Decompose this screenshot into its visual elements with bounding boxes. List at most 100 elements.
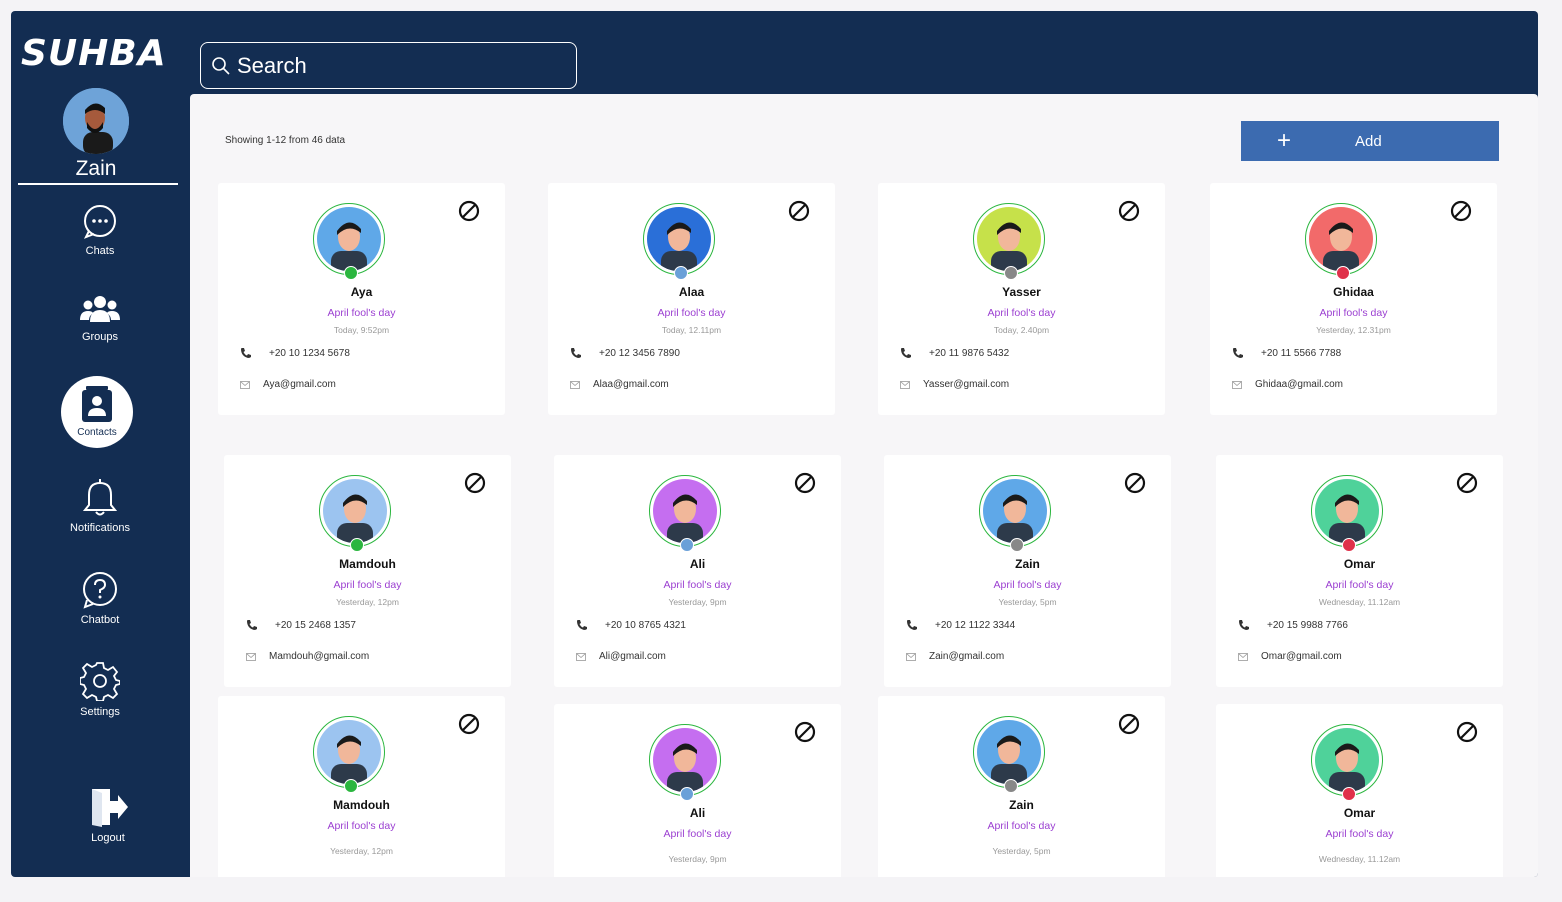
contact-avatar[interactable] [979,475,1051,552]
email-icon [1232,380,1242,389]
avatar-illustration [991,735,1027,784]
contacts-panel: Showing 1-12 from 46 data + Add Aya Apri… [190,94,1538,877]
status-badge [1004,779,1018,793]
add-contact-button[interactable]: + Add [1241,121,1499,161]
nav-notifications[interactable]: Notifications [11,479,189,534]
contact-avatar[interactable] [319,475,391,552]
app-logo: SUHBA [21,33,167,74]
email-icon [240,380,250,389]
avatar-illustration [1323,222,1359,271]
nav-label-settings: Settings [80,706,120,718]
block-icon[interactable] [788,200,810,222]
block-icon[interactable] [464,472,486,494]
status-badge [680,787,694,801]
phone-icon [1233,348,1243,358]
status-badge [1336,266,1350,280]
contact-card[interactable]: Alaa April fool's day Today, 12.11pm +20… [548,183,835,415]
contact-avatar[interactable] [643,203,715,280]
nav-chatbot[interactable]: Chatbot [11,571,189,626]
email-icon [906,652,916,661]
contact-card[interactable]: Ali April fool's day Yesterday, 9pm +20 … [554,455,841,687]
contact-email: Ghidaa@gmail.com [1232,379,1343,390]
block-icon[interactable] [794,472,816,494]
contact-avatar[interactable] [313,716,385,793]
logout-icon [92,789,128,827]
profile-avatar-illustration [63,88,129,154]
phone-icon [571,348,581,358]
contact-name: Alaa [678,285,705,299]
email-icon [570,380,580,389]
block-icon[interactable] [1124,472,1146,494]
contact-card[interactable]: Omar April fool's day Wednesday, 11.12am [1216,704,1503,877]
contact-avatar[interactable] [973,716,1045,793]
block-icon[interactable] [458,713,480,735]
contact-phone-number: +20 10 8765 4321 [605,619,686,631]
nav-settings[interactable]: Settings [11,661,189,718]
avatar-illustration [337,494,373,543]
nav-groups[interactable]: Groups [11,294,189,343]
block-icon[interactable] [458,200,480,222]
contact-time: Wednesday, 11.12am [1318,854,1401,864]
block-icon[interactable] [1456,472,1478,494]
contact-phone-number: +20 10 1234 5678 [269,347,350,359]
contact-card[interactable]: Mamdouh April fool's day Yesterday, 12pm… [224,455,511,687]
status-badge [1342,538,1356,552]
contact-avatar[interactable] [1311,475,1383,552]
contact-email: Mamdouh@gmail.com [246,651,369,662]
contact-avatar[interactable] [649,724,721,801]
contact-avatar[interactable] [1311,724,1383,801]
contact-card[interactable]: Zain April fool's day Yesterday, 5pm [878,696,1165,877]
contact-event: April fool's day [663,579,732,591]
contact-email-address: Yasser@gmail.com [923,379,1010,390]
block-icon[interactable] [1450,200,1472,222]
avatar[interactable] [63,88,129,154]
status-badge [350,538,364,552]
phone-icon [907,620,917,630]
search-bar[interactable] [200,42,577,89]
contact-phone: +20 10 1234 5678 [240,347,350,359]
search-input[interactable] [237,52,557,79]
contact-avatar[interactable] [1305,203,1377,280]
contact-time: Today, 9:52pm [333,325,390,335]
contact-email-address: Ghidaa@gmail.com [1255,379,1343,390]
contact-name: Aya [350,285,373,299]
nav-label-chatbot: Chatbot [80,614,120,626]
contact-email: Aya@gmail.com [240,379,336,390]
contact-name: Mamdouh [339,557,396,571]
contact-phone-number: +20 11 5566 7788 [1261,347,1342,359]
contact-phone-number: +20 11 9876 5432 [929,347,1010,359]
contact-email: Zain@gmail.com [906,651,1004,662]
contact-time: Yesterday, 9pm [668,854,727,864]
contact-name: Omar [1343,806,1376,820]
contact-phone-number: +20 15 2468 1357 [275,619,356,631]
contact-card[interactable]: Ghidaa April fool's day Yesterday, 12.31… [1210,183,1497,415]
block-icon[interactable] [1118,713,1140,735]
contact-time: Yesterday, 5pm [998,597,1057,607]
nav-chats[interactable]: Chats [11,204,189,257]
avatar-illustration [331,222,367,271]
nav-logout[interactable]: Logout [19,787,197,844]
contact-avatar[interactable] [649,475,721,552]
contact-event: April fool's day [663,828,732,840]
contact-card[interactable]: Zain April fool's day Yesterday, 5pm +20… [884,455,1171,687]
contact-card[interactable]: Mamdouh April fool's day Yesterday, 12pm [218,696,505,877]
contact-card[interactable]: Ali April fool's day Yesterday, 9pm [554,704,841,877]
contact-name: Mamdouh [333,798,390,812]
profile-divider [18,183,178,185]
email-icon [900,380,910,389]
contact-avatar[interactable] [313,203,385,280]
contact-card[interactable]: Yasser April fool's day Today, 2.40pm +2… [878,183,1165,415]
contact-avatar[interactable] [973,203,1045,280]
nav-contacts[interactable]: Contacts [61,376,133,448]
block-icon[interactable] [1118,200,1140,222]
contact-card[interactable]: Aya April fool's day Today, 9:52pm +20 1… [218,183,505,415]
contact-name: Ali [689,557,706,571]
question-icon [83,572,117,609]
contact-card[interactable]: Omar April fool's day Wednesday, 11.12am… [1216,455,1503,687]
block-icon[interactable] [794,721,816,743]
contact-phone: +20 11 9876 5432 [900,347,1009,359]
contact-time: Today, 12.11pm [661,325,722,335]
nav-label-groups: Groups [81,331,119,343]
groups-icon [80,296,120,322]
block-icon[interactable] [1456,721,1478,743]
